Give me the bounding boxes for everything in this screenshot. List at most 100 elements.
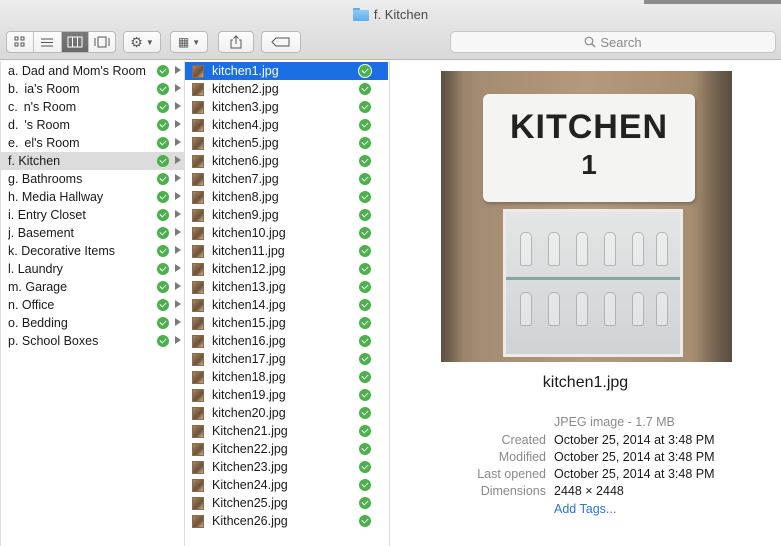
folder-item[interactable]: j. Basement [1,224,185,242]
file-item[interactable]: Kitchen24.jpg [185,476,388,494]
file-item[interactable]: kitchen10.jpg [185,224,388,242]
window-title-text: f. Kitchen [373,7,429,22]
disclosure-arrow-icon [175,318,181,326]
file-item[interactable]: kitchen16.jpg [185,332,388,350]
file-item-label: kitchen10.jpg [212,226,286,240]
image-thumbnail-icon [192,478,204,492]
image-thumbnail-icon [192,388,204,402]
folder-item[interactable]: h. Media Hallway [1,188,185,206]
file-item[interactable]: kitchen13.jpg [185,278,388,296]
icon-view-button[interactable] [7,32,35,52]
image-thumbnail-icon [192,460,204,474]
file-item[interactable]: kitchen11.jpg [185,242,388,260]
synced-check-icon [359,65,371,77]
file-item[interactable]: kitchen5.jpg [185,134,388,152]
folder-item[interactable]: k. Decorative Items [1,242,185,260]
file-item-label: kitchen9.jpg [212,208,279,222]
folder-item[interactable]: g. Bathrooms [1,170,185,188]
disclosure-arrow-icon [175,156,181,164]
action-menu-button[interactable]: ⚙ ▼ [123,31,161,53]
synced-check-icon [359,263,371,275]
file-item-label: kitchen1.jpg [212,64,279,78]
image-thumbnail-icon [192,154,204,168]
share-button[interactable] [218,31,254,53]
synced-check-icon [157,299,169,311]
synced-check-icon [157,245,169,257]
cover-flow-button[interactable] [89,32,115,52]
disclosure-arrow-icon [175,84,181,92]
box-label-text: KITCHEN [509,108,669,146]
folder-item[interactable]: b. ia's Room [1,80,185,98]
folder-icon [352,8,369,21]
file-item[interactable]: kitchen1.jpg [185,62,388,80]
file-item-label: kitchen5.jpg [212,136,279,150]
synced-check-icon [359,497,371,509]
file-item-label: kitchen14.jpg [212,298,286,312]
file-item[interactable]: Kitchen25.jpg [185,494,388,512]
file-item[interactable]: kitchen17.jpg [185,350,388,368]
list-view-button[interactable] [34,32,62,52]
folder-item[interactable]: m. Garage [1,278,185,296]
synced-check-icon [157,335,169,347]
synced-check-icon [359,443,371,455]
file-item[interactable]: kitchen12.jpg [185,260,388,278]
box-label: KITCHEN 1 [483,94,695,202]
file-item[interactable]: Kithcen26.jpg [185,512,388,530]
file-kind: JPEG image - 1.7 MB [554,415,675,429]
file-item[interactable]: Kitchen21.jpg [185,422,388,440]
info-value: 2448 × 2448 [554,484,624,498]
add-tags-link[interactable]: Add Tags... [554,502,616,516]
synced-check-icon [157,83,169,95]
file-item[interactable]: Kitchen23.jpg [185,458,388,476]
arrange-menu-button[interactable]: ▦ ▼ [170,31,208,53]
window-edge [644,0,781,4]
folder-item[interactable]: o. Bedding [1,314,185,332]
folder-item[interactable]: l. Laundry [1,260,185,278]
folder-item[interactable]: f. Kitchen [1,152,185,170]
synced-check-icon [359,299,371,311]
cover-flow-icon [94,36,110,48]
folder-item[interactable]: i. Entry Closet [1,206,185,224]
folder-item[interactable]: d. 's Room [1,116,185,134]
disclosure-arrow-icon [175,210,181,218]
folder-item[interactable]: p. School Boxes [1,332,185,350]
file-item[interactable]: kitchen4.jpg [185,116,388,134]
synced-check-icon [359,317,371,329]
toolbar: f. Kitchen ⚙ ▼ ▦ ▼ Search [0,0,781,60]
file-item-label: Kitchen21.jpg [212,424,288,438]
disclosure-arrow-icon [175,282,181,290]
image-thumbnail-icon [192,208,204,222]
column-view-button[interactable] [61,32,89,52]
synced-check-icon [157,173,169,185]
tag-button[interactable] [261,31,301,53]
file-item-label: kitchen3.jpg [212,100,279,114]
file-item[interactable]: kitchen7.jpg [185,170,388,188]
column-view-icon [67,36,83,48]
synced-check-icon [157,101,169,113]
folder-item[interactable]: c. n's Room [1,98,185,116]
file-item[interactable]: kitchen18.jpg [185,368,388,386]
file-item[interactable]: kitchen15.jpg [185,314,388,332]
file-item[interactable]: kitchen3.jpg [185,98,388,116]
synced-check-icon [359,371,371,383]
image-thumbnail-icon [192,262,204,276]
file-item-label: kitchen17.jpg [212,352,286,366]
folder-item[interactable]: n. Office [1,296,185,314]
file-item[interactable]: kitchen2.jpg [185,80,388,98]
synced-check-icon [359,191,371,203]
file-item[interactable]: kitchen6.jpg [185,152,388,170]
folder-item[interactable]: a. Dad and Mom's Room [1,62,185,80]
disclosure-arrow-icon [175,66,181,74]
info-row: Last opened October 25, 2014 at 3:48 PM [390,467,781,484]
file-item[interactable]: Kitchen22.jpg [185,440,388,458]
search-field[interactable]: Search [450,31,776,53]
file-item[interactable]: kitchen19.jpg [185,386,388,404]
folder-item[interactable]: e. el's Room [1,134,185,152]
file-item[interactable]: kitchen9.jpg [185,206,388,224]
file-item[interactable]: kitchen14.jpg [185,296,388,314]
file-item[interactable]: kitchen20.jpg [185,404,388,422]
file-item-label: kitchen18.jpg [212,370,286,384]
file-item-label: Kithcen26.jpg [212,514,288,528]
folder-column: a. Dad and Mom's Room b. ia's Room c. n's … [0,61,185,546]
file-item[interactable]: kitchen8.jpg [185,188,388,206]
